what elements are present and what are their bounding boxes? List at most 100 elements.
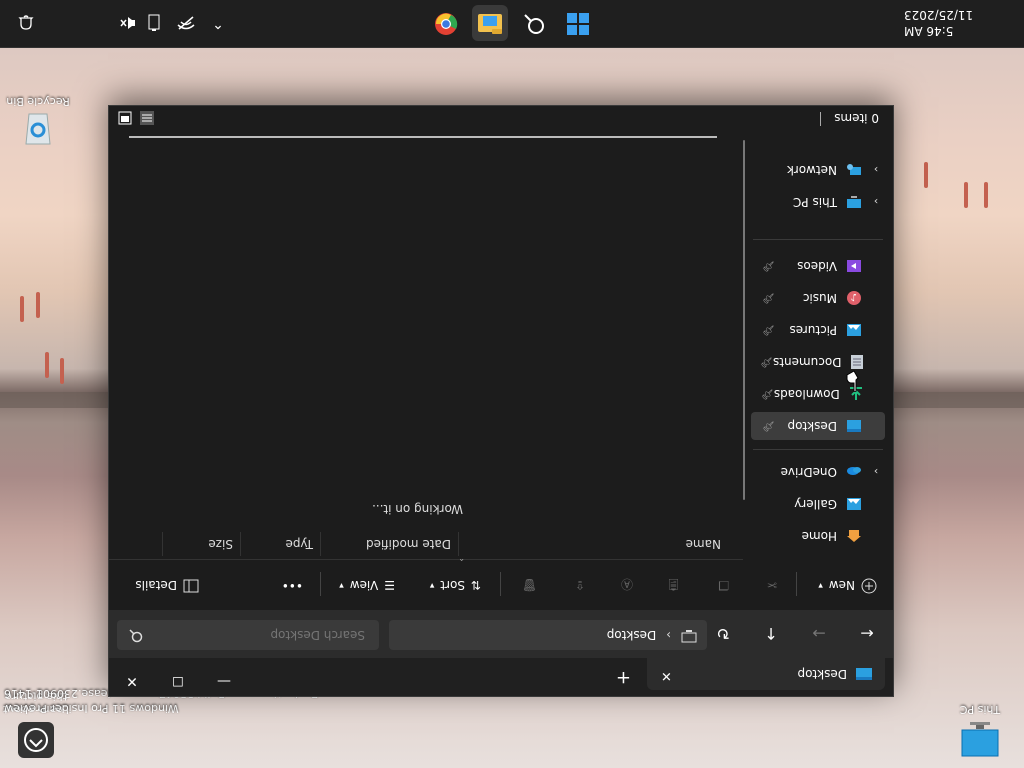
desktop-recycle-bin[interactable]: Recycle Bin: [0, 95, 76, 152]
close-button[interactable]: ✕: [109, 666, 155, 696]
back-button[interactable]: ←: [851, 622, 883, 646]
share-button[interactable]: ⇪: [569, 572, 591, 598]
sidebar-item-onedrive[interactable]: › OneDrive: [751, 458, 885, 486]
plus-circle-icon: [861, 576, 877, 595]
delete-button[interactable]: 🗑︎: [516, 572, 543, 598]
windows-start-icon: [566, 10, 590, 37]
clock[interactable]: 5:46 AM 11/25/2023: [904, 7, 973, 39]
scissors-icon: ✂: [766, 578, 777, 592]
chevron-up-icon[interactable]: ⌃: [208, 13, 228, 33]
rename-icon: Ⓐ: [620, 577, 633, 592]
file-explorer-icon: [477, 10, 503, 37]
search-input[interactable]: [163, 627, 367, 643]
sidebar-item-this-pc[interactable]: › This PC: [751, 188, 885, 216]
sidebar-item-label: Network: [786, 163, 837, 177]
breadcrumb-desktop[interactable]: Desktop: [607, 628, 657, 642]
sidebar-item-videos[interactable]: Videos 📌︎: [751, 252, 885, 280]
notification-bell-icon[interactable]: [16, 13, 36, 33]
sidebar-item-network[interactable]: › Network: [751, 156, 885, 184]
navigation-bar: ← → ↑ ↻ › Desktop: [109, 610, 893, 658]
gallery-icon: [845, 496, 863, 512]
volume-mute-icon[interactable]: [118, 13, 138, 33]
clipboard-icon: 📋︎: [665, 578, 681, 592]
flamingo-decoration: [924, 162, 928, 188]
chevron-right-icon[interactable]: ›: [867, 164, 885, 177]
details-view-icon: [140, 111, 154, 125]
desktop-this-pc[interactable]: This PC: [942, 703, 1018, 760]
navigation-pane: Home Gallery › OneDrive Desktop 📌︎ Downl…: [743, 138, 893, 560]
sidebar-item-desktop[interactable]: Desktop 📌︎: [751, 412, 885, 440]
large-icons-view-icon: [118, 111, 132, 125]
sidebar-item-pictures[interactable]: Pictures 📌︎: [751, 316, 885, 344]
sidebar-item-downloads[interactable]: Downloads 📌︎: [751, 380, 885, 408]
paste-button[interactable]: 📋︎: [660, 572, 687, 598]
rename-button[interactable]: Ⓐ: [615, 572, 639, 598]
forward-button[interactable]: →: [803, 622, 835, 646]
view-button[interactable]: ☰ View ▾: [333, 572, 401, 598]
column-header-date-modified[interactable]: Date modified: [320, 532, 457, 556]
search-box[interactable]: [117, 620, 379, 650]
tab-desktop[interactable]: Desktop ✕: [647, 658, 885, 690]
more-options-button[interactable]: •••: [276, 572, 309, 598]
refresh-icon: ↻: [716, 624, 730, 644]
content-scrollbar[interactable]: [129, 136, 717, 138]
network-off-icon[interactable]: [176, 13, 196, 33]
search-icon: [129, 627, 143, 644]
pin-icon: 📌︎: [762, 420, 775, 432]
sidebar-item-label: Home: [801, 529, 837, 543]
trash-icon: 🗑︎: [521, 578, 537, 592]
copy-button[interactable]: ❐: [712, 572, 735, 598]
sort-arrows-icon: ⇅: [470, 578, 481, 592]
chevron-right-icon[interactable]: ›: [867, 466, 885, 479]
sidebar-item-home[interactable]: Home: [751, 522, 885, 550]
taskbar-search-button[interactable]: [516, 5, 552, 41]
search-icon: [523, 11, 545, 36]
sidebar-scrollbar[interactable]: [743, 140, 745, 500]
up-button[interactable]: ↑: [755, 622, 787, 646]
start-button[interactable]: [560, 5, 596, 41]
chevron-right-icon[interactable]: ›: [867, 196, 885, 209]
network-icon: [845, 162, 863, 178]
arrow-left-icon: ←: [860, 624, 874, 644]
sidebar-item-music[interactable]: ♪ Music 📌︎: [751, 284, 885, 312]
large-icons-view-button[interactable]: [117, 107, 133, 126]
sort-button[interactable]: ⇅ Sort ▾: [424, 572, 487, 598]
address-bar[interactable]: › Desktop: [389, 620, 707, 650]
column-header-name[interactable]: Name: [458, 532, 733, 556]
cut-button[interactable]: ✂: [761, 572, 783, 598]
item-count: 0 items: [834, 111, 879, 125]
refresh-button[interactable]: ↻: [707, 622, 739, 646]
new-tab-button[interactable]: +: [616, 667, 631, 688]
this-pc-icon: [845, 194, 863, 210]
details-pane-button[interactable]: Details: [129, 572, 205, 598]
new-button[interactable]: New ▾: [812, 572, 883, 598]
column-header-size[interactable]: Size: [162, 532, 239, 556]
column-header-type[interactable]: Type: [240, 532, 319, 556]
taskbar: ⌃ 5:46 AM 11/25/2023: [0, 0, 1024, 48]
flamingo-decoration: [964, 182, 968, 208]
taskbar-file-explorer[interactable]: [472, 5, 508, 41]
minimize-button[interactable]: —: [201, 666, 247, 696]
command-separator: [320, 572, 321, 596]
sidebar-item-label: Music: [802, 291, 837, 305]
taskbar-chrome[interactable]: [428, 5, 464, 41]
maximize-button[interactable]: ☐: [155, 666, 201, 696]
clock-date: 11/25/2023: [904, 8, 974, 22]
details-view-button[interactable]: [139, 107, 155, 126]
command-bar: New ▾ ✂ ❐ 📋︎ Ⓐ ⇪ 🗑︎ ⇅ Sort ▾ ☰ View ▾ ••…: [109, 559, 893, 610]
tab-title: Desktop: [797, 667, 848, 681]
sidebar-item-gallery[interactable]: Gallery: [751, 490, 885, 518]
view-lines-icon: ☰: [384, 578, 395, 592]
command-separator: [500, 572, 501, 596]
details-label: Details: [135, 578, 177, 592]
videos-icon: [845, 258, 863, 274]
sidebar-item-documents[interactable]: Documents 📌︎: [751, 348, 885, 376]
desktop-folder-icon: [845, 418, 863, 434]
pin-icon: 📌︎: [762, 292, 775, 304]
flamingo-decoration: [20, 296, 24, 322]
file-list-area: ⌃ Name Date modified Type Size Working o…: [109, 138, 743, 562]
battery-icon[interactable]: [144, 13, 164, 33]
tab-close-button[interactable]: ✕: [661, 668, 672, 683]
chevron-down-icon: ▾: [818, 580, 823, 590]
flamingo-decoration: [60, 358, 64, 384]
